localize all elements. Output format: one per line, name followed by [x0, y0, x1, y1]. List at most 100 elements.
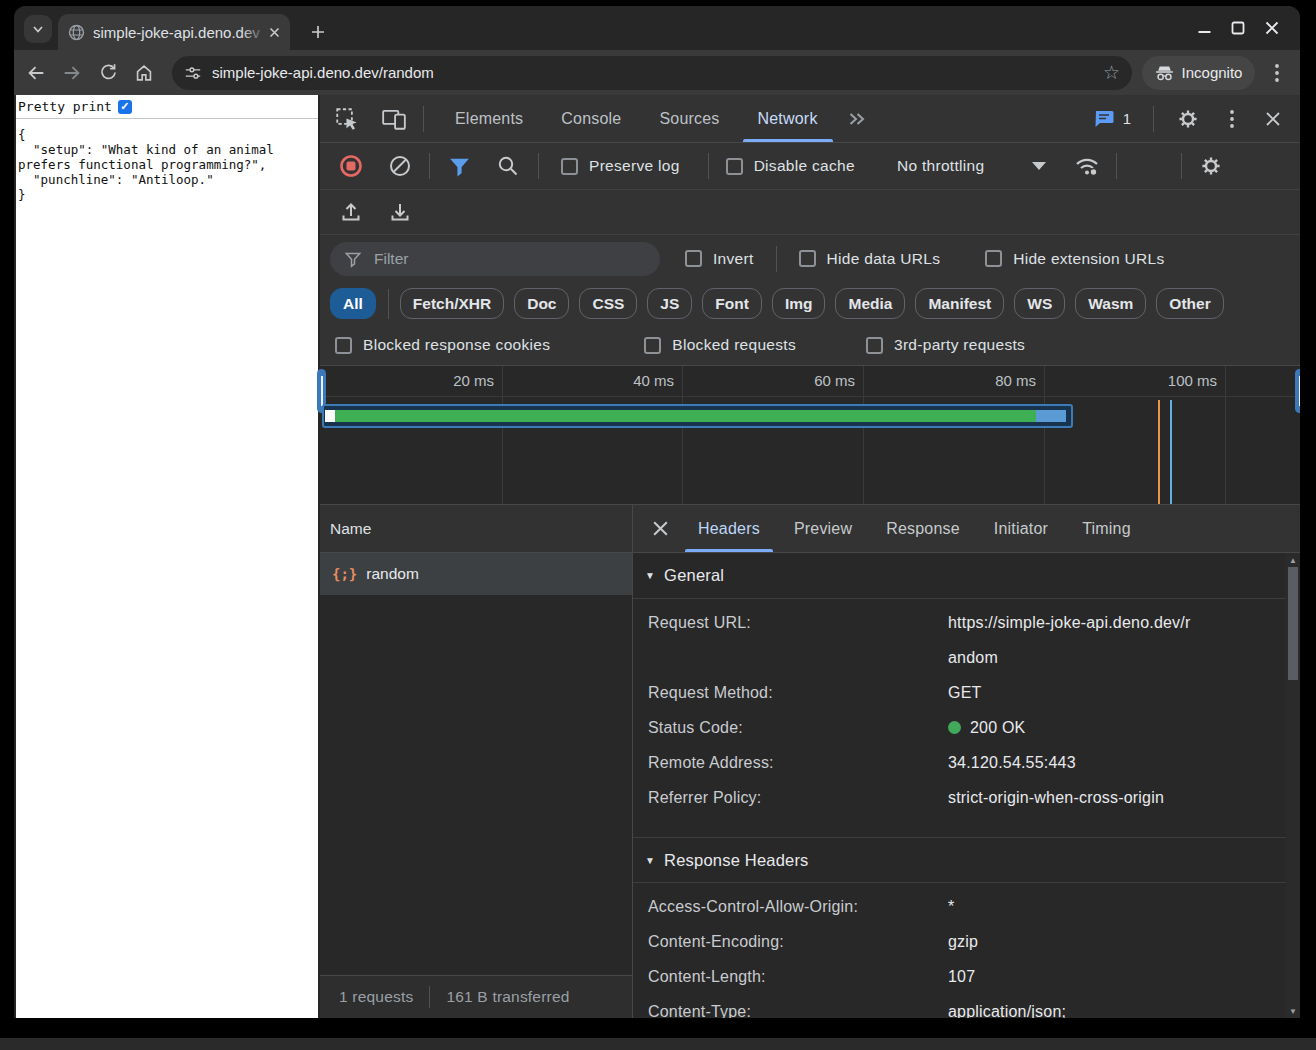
- devtools-menu-button[interactable]: [1230, 110, 1234, 128]
- har-toolbar: [320, 190, 1300, 235]
- pretty-print-label: Pretty print: [18, 99, 112, 114]
- invert-checkbox[interactable]: [685, 250, 702, 267]
- tab-elements[interactable]: Elements: [436, 95, 542, 142]
- tab-sources[interactable]: Sources: [640, 95, 738, 142]
- hide-data-urls-label: Hide data URLs: [827, 250, 941, 268]
- scrollbar-thumb[interactable]: [1288, 567, 1298, 680]
- blocked-requests-label: Blocked requests: [672, 336, 796, 354]
- hide-data-urls-checkbox[interactable]: [799, 250, 816, 267]
- disable-cache-label: Disable cache: [754, 157, 855, 175]
- tab-preview[interactable]: Preview: [777, 505, 869, 552]
- header-row: Request URL: https://simple-joke-api.den…: [648, 605, 1286, 675]
- reload-button[interactable]: [96, 61, 120, 85]
- response-headers-section-header[interactable]: ▼ Response Headers: [633, 837, 1286, 883]
- tab-network[interactable]: Network: [739, 95, 837, 142]
- tab-console[interactable]: Console: [542, 95, 640, 142]
- home-icon: [133, 62, 155, 84]
- export-har-icon: [388, 200, 412, 224]
- chip-other[interactable]: Other: [1156, 288, 1223, 319]
- chip-ws[interactable]: WS: [1014, 288, 1065, 319]
- site-settings-icon[interactable]: [184, 64, 202, 82]
- filter-toggle-button[interactable]: [447, 154, 472, 179]
- tab-headers[interactable]: Headers: [681, 505, 777, 552]
- tab-initiator[interactable]: Initiator: [977, 505, 1065, 552]
- chip-manifest[interactable]: Manifest: [915, 288, 1004, 319]
- page-content: Pretty print ✓ { "setup": "What kind of …: [16, 95, 318, 1018]
- incognito-label: Incognito: [1182, 64, 1243, 81]
- close-icon: [651, 519, 670, 538]
- devtools-settings-button[interactable]: [1176, 107, 1200, 131]
- window-controls: [1197, 19, 1280, 37]
- hide-extension-urls-checkbox[interactable]: [985, 250, 1002, 267]
- network-search-button[interactable]: [496, 154, 520, 178]
- forward-button[interactable]: [60, 61, 84, 85]
- import-har-button[interactable]: [339, 200, 363, 224]
- tab-response[interactable]: Response: [869, 505, 977, 552]
- preserve-log-checkbox[interactable]: [561, 158, 578, 175]
- home-button[interactable]: [132, 61, 156, 85]
- chip-doc[interactable]: Doc: [514, 288, 569, 319]
- maximize-icon[interactable]: [1231, 21, 1245, 35]
- third-party-checkbox[interactable]: [866, 337, 883, 354]
- record-button[interactable]: [339, 154, 363, 178]
- chip-font[interactable]: Font: [702, 288, 762, 319]
- browser-menu-button[interactable]: [1268, 61, 1286, 85]
- chip-fetch-xhr[interactable]: Fetch/XHR: [400, 288, 504, 319]
- issues-button[interactable]: 1: [1093, 109, 1131, 129]
- throttling-select[interactable]: No throttling: [897, 157, 1046, 175]
- blocked-response-cookies-checkbox[interactable]: [335, 337, 352, 354]
- load-event-line: [1170, 400, 1172, 504]
- overview-right-handle[interactable]: [1295, 369, 1300, 413]
- window-close-icon[interactable]: [1264, 20, 1280, 36]
- more-tabs-button[interactable]: [845, 107, 869, 131]
- tab-search-button[interactable]: [24, 15, 52, 43]
- chip-css[interactable]: CSS: [579, 288, 637, 319]
- network-conditions-button[interactable]: [1073, 154, 1101, 178]
- requests-table: Name {;} random 1 requests 161 B transfe…: [320, 505, 633, 1018]
- inspect-element-button[interactable]: [334, 106, 360, 132]
- incognito-badge: Incognito: [1142, 56, 1255, 90]
- dcl-event-line: [1158, 400, 1160, 504]
- browser-tab[interactable]: simple-joke-api.deno.dev: [58, 14, 290, 50]
- name-column-header[interactable]: Name: [320, 505, 632, 553]
- scroll-up-arrow[interactable]: ▲: [1286, 553, 1300, 567]
- network-settings-button[interactable]: [1199, 154, 1223, 178]
- devtools-close-button[interactable]: [1264, 110, 1282, 128]
- request-row-random[interactable]: {;} random: [320, 553, 632, 595]
- chip-all[interactable]: All: [330, 288, 376, 319]
- chip-img[interactable]: Img: [772, 288, 826, 319]
- filter-input[interactable]: Filter: [330, 242, 660, 276]
- general-section-header[interactable]: ▼ General: [633, 553, 1286, 599]
- inspect-icon: [334, 106, 360, 132]
- bookmark-star-icon[interactable]: ☆: [1103, 64, 1120, 82]
- json-line: prefers functional programming?",: [18, 157, 318, 172]
- globe-icon: [68, 24, 85, 41]
- transferred-size: 161 B transferred: [446, 988, 569, 1006]
- blocked-requests-checkbox[interactable]: [644, 337, 661, 354]
- overview-request-bar[interactable]: [322, 404, 1073, 428]
- bar-queued-segment: [325, 410, 335, 422]
- export-har-button[interactable]: [388, 200, 412, 224]
- address-bar[interactable]: simple-joke-api.deno.dev/random ☆: [172, 56, 1132, 90]
- disable-cache-checkbox[interactable]: [726, 158, 743, 175]
- chip-media[interactable]: Media: [835, 288, 905, 319]
- general-rows: Request URL: https://simple-joke-api.den…: [633, 599, 1286, 837]
- json-line: "setup": "What kind of an animal: [18, 142, 318, 157]
- browser-window: simple-joke-api.deno.dev: [14, 6, 1300, 1018]
- tab-timing[interactable]: Timing: [1065, 505, 1148, 552]
- minimize-icon[interactable]: [1197, 21, 1212, 36]
- pretty-print-checkbox[interactable]: ✓: [118, 100, 132, 114]
- request-name: random: [366, 565, 419, 583]
- details-close-button[interactable]: [649, 518, 671, 540]
- tab-close-icon[interactable]: [267, 25, 282, 40]
- chip-wasm[interactable]: Wasm: [1075, 288, 1146, 319]
- chip-js[interactable]: JS: [647, 288, 692, 319]
- network-overview[interactable]: 20 ms 40 ms 60 ms 80 ms 100 ms: [320, 366, 1300, 505]
- back-button[interactable]: [24, 61, 48, 85]
- device-toolbar-button[interactable]: [381, 106, 407, 132]
- new-tab-button[interactable]: [304, 18, 332, 46]
- details-scrollbar[interactable]: ▲ ▼: [1286, 553, 1300, 1018]
- scroll-down-arrow[interactable]: ▼: [1286, 1004, 1300, 1018]
- close-icon: [1264, 110, 1282, 128]
- clear-button[interactable]: [388, 154, 412, 178]
